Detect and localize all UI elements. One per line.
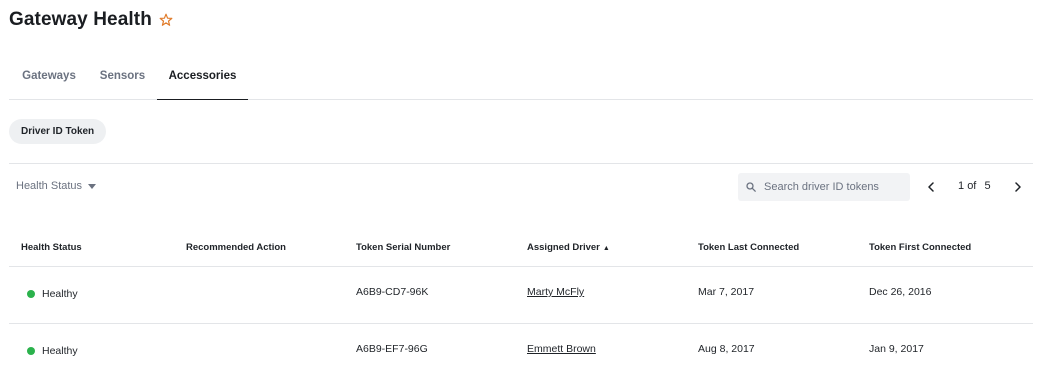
status-dot-icon	[27, 290, 35, 298]
tab-accessories[interactable]: Accessories	[157, 62, 248, 100]
driver-id-token-chip[interactable]: Driver ID Token	[9, 119, 107, 144]
status-cell: Healthy	[27, 288, 78, 300]
column-header-label: Assigned Driver	[527, 242, 600, 253]
page-header: Gateway Health	[9, 9, 173, 31]
column-header-recommended-action[interactable]: Recommended Action	[186, 242, 286, 253]
filter-label: Health Status	[16, 180, 83, 192]
chevron-left-icon	[928, 182, 934, 192]
caret-down-icon	[88, 183, 97, 189]
page-title: Gateway Health	[9, 9, 152, 30]
star-outline-icon[interactable]	[159, 13, 173, 27]
column-header-assigned-driver[interactable]: Assigned Driver ▲	[527, 242, 610, 253]
column-header-token-last-connected[interactable]: Token Last Connected	[698, 242, 799, 253]
sort-ascending-icon: ▲	[602, 245, 610, 252]
health-status-filter[interactable]: Health Status	[16, 180, 97, 192]
serial-number-cell: A6B9-CD7-96K	[356, 286, 429, 298]
last-connected-cell: Aug 8, 2017	[698, 343, 755, 355]
chevron-right-icon	[1015, 182, 1021, 192]
status-label: Healthy	[42, 288, 78, 300]
status-label: Healthy	[42, 345, 78, 357]
search-box[interactable]	[738, 173, 910, 201]
last-connected-cell: Mar 7, 2017	[698, 286, 755, 298]
total-pages: 5	[984, 180, 991, 192]
current-page: 1	[958, 180, 965, 192]
first-connected-cell: Dec 26, 2016	[869, 286, 932, 298]
column-header-token-first-connected[interactable]: Token First Connected	[869, 242, 971, 253]
serial-number-cell: A6B9-EF7-96G	[356, 343, 428, 355]
search-input[interactable]	[764, 181, 904, 193]
assigned-driver-link[interactable]: Marty McFly	[527, 286, 584, 298]
divider	[9, 163, 1033, 164]
search-icon	[746, 182, 756, 192]
tab-sensors[interactable]: Sensors	[89, 62, 156, 100]
column-header-health-status[interactable]: Health Status	[21, 242, 82, 253]
first-connected-cell: Jan 9, 2017	[869, 343, 924, 355]
page-indicator: 1 of 5	[958, 180, 991, 192]
column-header-token-serial-number[interactable]: Token Serial Number	[356, 242, 450, 253]
row-divider	[9, 323, 1033, 324]
tab-gateways[interactable]: Gateways	[9, 62, 89, 100]
page-of-label: of	[967, 180, 977, 192]
assigned-driver-link[interactable]: Emmett Brown	[527, 343, 596, 355]
status-dot-icon	[27, 347, 35, 355]
tab-bar: Gateways Sensors Accessories	[9, 62, 1033, 100]
status-cell: Healthy	[27, 345, 78, 357]
next-page-button[interactable]	[1011, 179, 1025, 195]
previous-page-button[interactable]	[924, 179, 938, 195]
row-divider	[9, 266, 1033, 267]
